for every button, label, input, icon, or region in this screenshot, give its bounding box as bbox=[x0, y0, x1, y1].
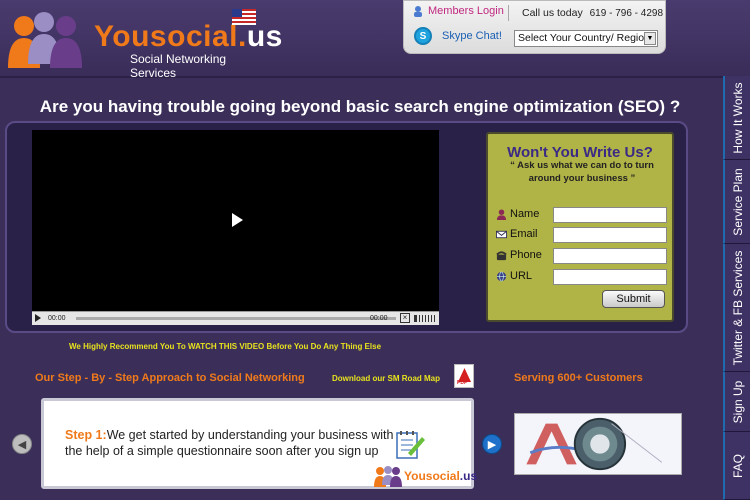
phone-number: 619 - 796 - 4298 bbox=[589, 8, 664, 19]
person-icon bbox=[496, 208, 507, 220]
header: Yousocial.us Social Networking Services … bbox=[0, 0, 750, 80]
site-logo[interactable]: Yousocial.us Social Networking Services bbox=[6, 8, 282, 80]
member-icon bbox=[414, 6, 422, 17]
call-us: Call us today 619 - 796 - 4298 bbox=[522, 7, 664, 19]
chevron-down-icon: ▼ bbox=[644, 32, 656, 45]
play-button-icon[interactable] bbox=[35, 314, 41, 322]
form-subtitle: “ Ask us what we can do to turn around y… bbox=[510, 160, 654, 184]
envelope-icon bbox=[496, 230, 507, 238]
brand-name: Yousocial.us bbox=[94, 20, 283, 53]
skype-chat-link[interactable]: S Skype Chat! bbox=[414, 27, 502, 45]
phone-row: Phone bbox=[496, 248, 672, 264]
page-headline: Are you having trouble going beyond basi… bbox=[39, 97, 681, 116]
submit-button[interactable]: Submit bbox=[602, 290, 665, 308]
phone-input[interactable] bbox=[553, 248, 667, 264]
skype-icon: S bbox=[414, 27, 432, 45]
us-flag-icon[interactable] bbox=[232, 9, 256, 25]
step-label: Step 1: bbox=[65, 428, 107, 442]
seek-bar[interactable] bbox=[76, 317, 396, 320]
side-tabs: How It Works Service Plan Twitter & FB S… bbox=[723, 76, 750, 500]
brand-tagline: Social Networking Services bbox=[130, 52, 227, 80]
volume-icon[interactable] bbox=[414, 315, 436, 322]
tab-sign-up[interactable]: Sign Up bbox=[723, 372, 750, 432]
step-slide: Step 1:We get started by understanding y… bbox=[41, 398, 477, 489]
tab-service-plan[interactable]: Service Plan bbox=[723, 160, 750, 244]
email-input[interactable] bbox=[553, 227, 667, 243]
people-logo-icon bbox=[8, 12, 82, 68]
email-row: Email bbox=[496, 227, 672, 243]
pdf-icon[interactable]: PDF bbox=[454, 364, 474, 388]
globe-icon bbox=[496, 271, 507, 281]
next-step-button[interactable]: ▶ bbox=[482, 434, 502, 454]
notepad-pencil-icon bbox=[396, 431, 425, 459]
tab-faq[interactable]: FAQ bbox=[723, 432, 750, 500]
customer-logo-image[interactable] bbox=[514, 413, 682, 475]
phone-icon bbox=[496, 250, 507, 260]
recommend-notice: We Highly Recommend You To WATCH THIS VI… bbox=[68, 342, 382, 351]
name-row: Name bbox=[496, 207, 672, 223]
roadmap-download-link[interactable]: Download our SM Road Map bbox=[332, 374, 440, 383]
mini-brand-logo: Yousocial.us bbox=[374, 465, 477, 487]
url-input[interactable] bbox=[553, 269, 667, 285]
people-logo-icon bbox=[374, 466, 402, 487]
members-login-link[interactable]: Members Login bbox=[412, 5, 504, 17]
video-player[interactable] bbox=[32, 130, 439, 324]
divider bbox=[508, 5, 509, 21]
url-row: URL bbox=[496, 269, 672, 285]
step-description: Step 1:We get started by understanding y… bbox=[65, 428, 394, 458]
contact-form: Won't You Write Us? “ Ask us what we can… bbox=[486, 132, 674, 322]
time-total: 00:00 bbox=[370, 315, 388, 322]
steps-title: Our Step - By - Step Approach to Social … bbox=[35, 372, 305, 384]
contact-panel: Members Login Call us today 619 - 796 - … bbox=[403, 0, 666, 54]
name-input[interactable] bbox=[553, 207, 667, 223]
time-current: 00:00 bbox=[48, 315, 66, 322]
play-icon[interactable] bbox=[232, 213, 243, 227]
tab-how-it-works[interactable]: How It Works bbox=[723, 76, 750, 160]
tab-twitter-fb-services[interactable]: Twitter & FB Services bbox=[723, 244, 750, 372]
serving-customers-heading: Serving 600+ Customers bbox=[514, 372, 643, 384]
fullscreen-icon[interactable]: × bbox=[400, 313, 410, 323]
previous-step-button[interactable]: ◀ bbox=[12, 434, 32, 454]
pdf-label: PDF bbox=[457, 380, 467, 386]
video-controls: 00:00 00:00 × bbox=[32, 311, 439, 325]
country-select[interactable]: Select Your Country/ Region ▼ bbox=[514, 30, 658, 47]
